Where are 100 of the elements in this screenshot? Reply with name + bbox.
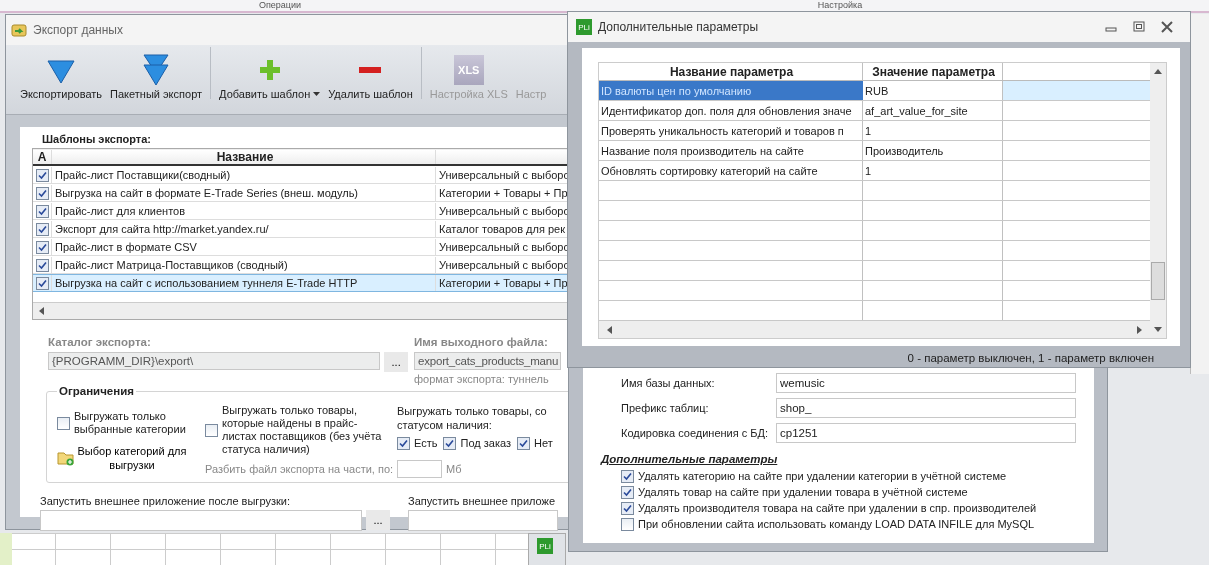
table-row[interactable]: Проверять уникальность категорий и товаров п 1 xyxy=(599,121,1150,141)
checkbox[interactable] xyxy=(443,436,457,450)
up-arrow-icon[interactable] xyxy=(1154,69,1162,75)
toolbar-button[interactable]: Пакетный экспорт xyxy=(106,52,207,100)
window-tab[interactable]: PLi xyxy=(528,533,566,565)
app-icon: PLi xyxy=(576,19,592,35)
table-cell: Прайс-лист Матрица-Поставщиков (сводный) xyxy=(52,257,436,273)
ribbon-group-label: Операции xyxy=(257,0,303,11)
checkbox[interactable] xyxy=(35,168,49,182)
column-header[interactable]: Название параметра xyxy=(599,63,863,80)
table-cell: Обновлять сортировку категорий на сайте xyxy=(599,161,863,180)
browse-button[interactable]: ... xyxy=(366,510,390,530)
checkbox[interactable] xyxy=(35,240,49,254)
checkbox-label: Выгружать только выбранные категории xyxy=(74,410,187,436)
toolbar-button[interactable]: Удалить шаблон xyxy=(324,52,417,100)
left-arrow-icon[interactable] xyxy=(607,325,613,334)
toolbar-button[interactable]: Экспортировать xyxy=(16,52,107,100)
checkbox-label: Нет xyxy=(534,436,553,450)
column-header[interactable]: А xyxy=(33,150,52,164)
table-cell: Прайс-лист для клиентов xyxy=(52,203,436,219)
plus-icon xyxy=(258,59,281,81)
table-cell: Выгрузка на сайт в формате E-Trade Series (внеш. модуль) xyxy=(52,185,436,201)
scrollbar[interactable] xyxy=(1150,63,1166,338)
format-note: формат экспорта: туннель xyxy=(414,373,550,385)
availability-label: Выгружать только товары, со статусом наличия: xyxy=(397,404,548,432)
xls-icon: XLS xyxy=(453,55,484,85)
table-cell: 1 xyxy=(863,161,1003,180)
checkbox[interactable] xyxy=(621,469,634,483)
table-row[interactable]: Обновлять сортировку категорий на сайте 1 xyxy=(599,161,1150,181)
field-label: Префикс таблиц: xyxy=(621,401,710,414)
checkbox[interactable] xyxy=(205,423,218,437)
field-label: Имя выходного файла: xyxy=(414,336,549,348)
field-label: Кодировка соединения с БД: xyxy=(621,426,770,439)
window-title: Экспорт данных xyxy=(33,23,123,37)
table-cell-text: Каталог товаров для рек xyxy=(438,223,566,235)
input-field[interactable]: shop_ xyxy=(776,397,1076,418)
table-cell: Прайс-лист в формате CSV xyxy=(52,239,436,255)
table-cell: Идентификатор доп. поля для обновления значе xyxy=(599,101,863,120)
checkbox[interactable] xyxy=(621,517,634,531)
checkbox-label: При обновлении сайта использовать команду LOAD DATA INFILE для MySQL xyxy=(638,518,1035,530)
window-title: Дополнительные параметры xyxy=(598,20,759,34)
table-row[interactable]: Название поля производитель на сайте Производитель xyxy=(599,141,1150,161)
group-title: Ограничения xyxy=(57,385,136,397)
scrollbar[interactable] xyxy=(599,321,1150,338)
input-field[interactable] xyxy=(408,510,558,531)
table-row[interactable]: Идентификатор доп. поля для обновления значе af_art_value_for_site xyxy=(599,101,1150,121)
checkbox[interactable] xyxy=(35,276,49,290)
column-header[interactable]: Название xyxy=(52,150,436,164)
close-icon[interactable] xyxy=(1160,20,1174,34)
status-text: 0 - параметр выключен, 1 - параметр включен xyxy=(906,351,1155,364)
unit-label: Мб xyxy=(446,463,462,475)
table-cell: af_art_value_for_site xyxy=(863,101,1003,120)
column-header[interactable]: Значение параметра xyxy=(863,63,1003,80)
right-arrow-icon[interactable] xyxy=(1136,325,1142,334)
caret-icon[interactable] xyxy=(313,92,321,96)
input-field[interactable] xyxy=(40,510,362,531)
table-cell-text: Категории + Товары + Пр xyxy=(438,187,569,199)
table-cell: 1 xyxy=(863,121,1003,140)
input-field[interactable]: export_cats_products_manu xyxy=(414,352,562,370)
toolbar-button[interactable]: Добавить шаблон xyxy=(215,52,325,100)
input-field[interactable]: cp1251 xyxy=(776,422,1076,443)
checkbox[interactable] xyxy=(35,258,49,272)
checkbox-label: Выгружать только товары, которые найдены в прайс-листах поставщиков (без учёта статуса наличия) xyxy=(222,404,383,456)
checkbox-label: Есть xyxy=(414,436,438,450)
checkbox-label: Удалять категорию на сайте при удалении категории в учётной системе xyxy=(638,470,1007,482)
split-label: Разбить файл экспорта на части, по: xyxy=(205,463,394,475)
input-field[interactable]: wemusic xyxy=(776,372,1076,393)
table-cell: Название поля производитель на сайте xyxy=(599,141,863,160)
scrollbar-thumb[interactable] xyxy=(1151,261,1165,300)
checkbox[interactable] xyxy=(35,222,49,236)
down-arrow-icon[interactable] xyxy=(1154,326,1162,332)
choose-categories-button[interactable]: Выбор категорий для выгрузки xyxy=(57,444,187,472)
table-cell-text: Категории + Товары + Пр xyxy=(438,277,569,289)
section-title: Шаблоны экспорта: xyxy=(41,133,152,145)
checkbox[interactable] xyxy=(621,485,634,499)
table-cell: Выгрузка на сайт с использованием туннеля E-Trade HTTP xyxy=(52,275,436,291)
checkbox[interactable] xyxy=(35,186,49,200)
minus-icon xyxy=(359,66,382,74)
field-label: Имя базы данных: xyxy=(621,376,716,389)
checkbox[interactable] xyxy=(397,436,410,450)
left-arrow-icon[interactable] xyxy=(39,307,45,315)
checkbox[interactable] xyxy=(517,436,530,450)
table-cell: Экспорт для сайта http://market.yandex.ru/ xyxy=(52,221,436,237)
package-icon xyxy=(11,22,27,38)
checkbox[interactable] xyxy=(35,204,49,218)
field-label: Каталог экспорта: xyxy=(48,336,152,348)
table-cell: ID валюты цен по умолчанию xyxy=(599,81,863,100)
checkbox-label: Удалять товар на сайте при удалении товара в учётной системе xyxy=(638,486,968,498)
table-row[interactable]: ID валюты цен по умолчанию RUB xyxy=(599,81,1150,101)
checkbox-label: Удалять производителя товара на сайте при удалении в спр. производителей xyxy=(638,502,1037,514)
field-label: Запустить внешнее приложение после выгрузки: xyxy=(40,495,291,507)
checkbox[interactable] xyxy=(621,501,634,515)
field-label: Запустить внешнее приложе xyxy=(408,495,557,507)
app-icon: PLi xyxy=(537,538,553,554)
checkbox[interactable] xyxy=(57,416,70,430)
table-cell: Проверять уникальность категорий и товаров п xyxy=(599,121,863,140)
maximize-icon[interactable] xyxy=(1132,20,1146,34)
checkbox-label: Под заказ xyxy=(460,436,511,450)
section-title: Дополнительные параметры xyxy=(601,453,779,465)
double-down-arrow-icon xyxy=(141,53,172,87)
